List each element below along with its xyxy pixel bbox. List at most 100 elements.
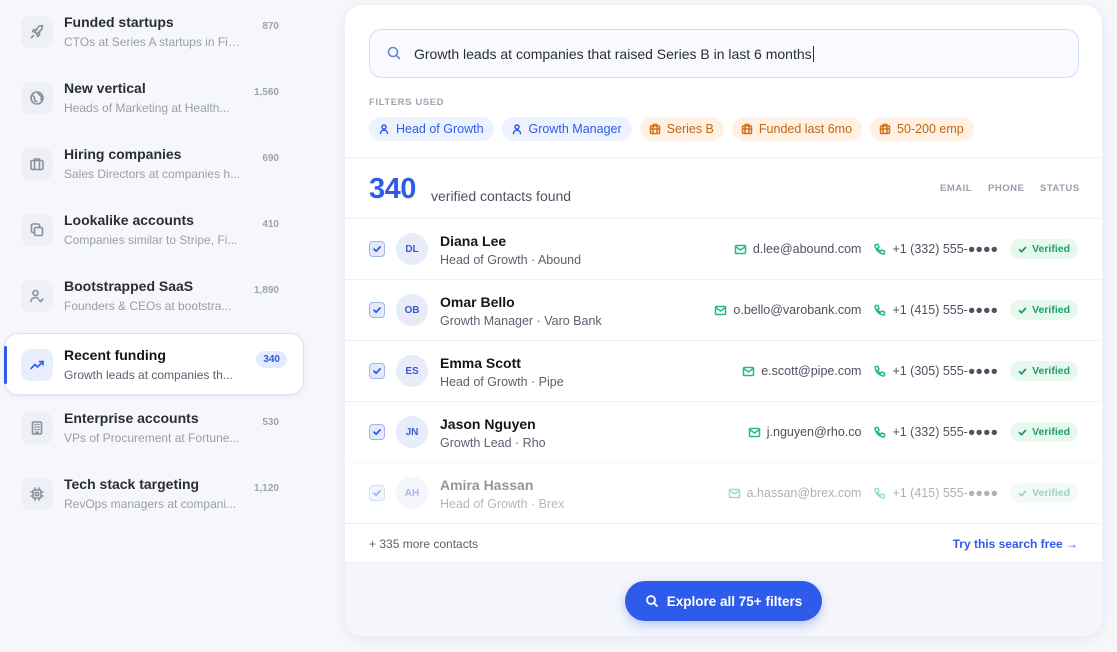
status-label: Verified [1032, 487, 1070, 499]
check-icon [373, 307, 381, 314]
sidebar-item-subtitle: VPs of Procurement at Fortune... [64, 431, 240, 445]
avatar: JN [396, 416, 428, 448]
row-checkbox[interactable] [369, 241, 385, 257]
sidebar-item-count: 1,890 [253, 285, 279, 296]
sidebar-item-subtitle: CTOs at Series A startups in Fin... [64, 35, 242, 49]
results-card: Growth leads at companies that raised Se… [345, 5, 1102, 636]
contact-email[interactable]: d.lee@abound.com [734, 242, 862, 256]
briefcase-icon [21, 148, 53, 180]
contact-phone[interactable]: +1 (415) 555-●●●● [873, 303, 998, 317]
cpu-icon [21, 478, 53, 510]
check-icon [373, 246, 381, 253]
phone-value: +1 (415) 555-●●●● [892, 303, 999, 317]
contact-row[interactable]: AH Amira Hassan Head of Growth · Brex a.… [345, 462, 1102, 523]
result-count: 340 [369, 173, 416, 205]
row-checkbox[interactable] [369, 424, 385, 440]
sidebar-item-title: Tech stack targeting [64, 476, 200, 492]
sidebar-item-title: Hiring companies [64, 146, 182, 162]
filter-chip-series-b[interactable]: Series B [639, 117, 724, 141]
contact-email[interactable]: j.nguyen@rho.co [748, 425, 862, 439]
filter-chip-50-200-emp[interactable]: 50-200 emp [870, 117, 974, 141]
sidebar-item-subtitle: Founders & CEOs at bootstra... [64, 299, 232, 313]
email-value: d.lee@abound.com [752, 242, 862, 256]
check-icon [1018, 368, 1027, 375]
explore-filters-label: Explore all 75+ filters [666, 593, 803, 609]
row-checkbox[interactable] [369, 363, 385, 379]
contact-email[interactable]: a.hassan@brex.com [728, 486, 861, 500]
contact-phone[interactable]: +1 (332) 555-●●●● [873, 242, 998, 256]
filter-chip-funded-last-6mo[interactable]: Funded last 6mo [731, 117, 863, 141]
sidebar-item-title: Lookalike accounts [64, 212, 194, 228]
contact-role: Growth Lead · Rho [440, 436, 546, 450]
divider [345, 523, 1102, 524]
company-icon [741, 123, 753, 135]
sidebar-item-lookalike-accounts[interactable]: Lookalike accounts Companies similar to … [4, 198, 304, 260]
contact-name: Omar Bello [440, 294, 515, 310]
contact-phone[interactable]: +1 (332) 555-●●●● [873, 425, 998, 439]
sidebar-item-funded-startups[interactable]: Funded startups CTOs at Series A startup… [4, 0, 304, 62]
email-value: j.nguyen@rho.co [766, 425, 862, 439]
sidebar-item-hiring-companies[interactable]: Hiring companies Sales Directors at comp… [4, 132, 304, 194]
phone-icon [874, 304, 886, 316]
contact-details: d.lee@abound.com +1 (332) 555-●●●● Verif… [734, 237, 1078, 261]
contact-row[interactable]: DL Diana Lee Head of Growth · Abound d.l… [345, 218, 1102, 279]
globe-icon [21, 82, 53, 114]
filter-chip-growth-manager[interactable]: Growth Manager [501, 117, 632, 141]
contact-name: Diana Lee [440, 233, 507, 249]
row-checkbox[interactable] [369, 302, 385, 318]
sidebar-item-count: 1,560 [253, 87, 279, 98]
avatar: OB [396, 294, 428, 326]
more-contacts-label: + 335 more contacts [369, 537, 479, 551]
status-badge: Verified [1010, 300, 1078, 320]
person-icon [379, 124, 389, 135]
status-label: Verified [1032, 304, 1070, 316]
search-icon [386, 45, 402, 61]
contact-role: Head of Growth · Brex [440, 497, 565, 511]
check-icon [373, 490, 381, 497]
sidebar-item-title: Bootstrapped SaaS [64, 278, 194, 294]
person-icon [512, 124, 521, 135]
rocket-icon [21, 16, 53, 48]
sidebar-item-recent-funding[interactable]: Recent funding Growth leads at companies… [4, 333, 304, 395]
search-input[interactable]: Growth leads at companies that raised Se… [369, 29, 1079, 78]
filter-chip-label: Funded last 6mo [758, 122, 853, 136]
sidebar-item-count: 690 [262, 153, 279, 164]
contact-row[interactable]: ES Emma Scott Head of Growth · Pipe e.sc… [345, 340, 1102, 401]
explore-filters-button[interactable]: Explore all 75+ filters [625, 581, 822, 621]
contact-email[interactable]: o.bello@varobank.com [714, 303, 861, 317]
phone-value: +1 (332) 555-●●●● [892, 242, 999, 256]
contact-name: Emma Scott [440, 355, 521, 371]
filter-chip-label: 50-200 emp [897, 122, 964, 136]
filter-chips: Head of Growth Growth Manager Series B F… [369, 117, 974, 141]
phone-icon [874, 243, 886, 255]
phone-value: +1 (415) 555-●●●● [892, 486, 999, 500]
sidebar-item-tech-stack-targeting[interactable]: Tech stack targeting RevOps managers at … [4, 462, 304, 524]
filter-chip-head-of-growth[interactable]: Head of Growth [369, 117, 494, 141]
result-count-label: verified contacts found [431, 188, 572, 204]
sidebar-item-new-vertical[interactable]: New vertical Heads of Marketing at Healt… [4, 66, 304, 128]
row-checkbox[interactable] [369, 485, 385, 501]
contact-email[interactable]: e.scott@pipe.com [742, 364, 861, 378]
avatar: DL [396, 233, 428, 265]
contact-row[interactable]: OB Omar Bello Growth Manager · Varo Bank… [345, 279, 1102, 340]
sidebar-item-enterprise-accounts[interactable]: Enterprise accounts VPs of Procurement a… [4, 396, 304, 458]
column-header-email: EMAIL [940, 183, 973, 194]
contact-row[interactable]: JN Jason Nguyen Growth Lead · Rho j.nguy… [345, 401, 1102, 462]
phone-icon [874, 365, 886, 377]
contact-phone[interactable]: +1 (305) 555-●●●● [873, 364, 998, 378]
sidebar-item-count: 340 [256, 351, 287, 368]
mail-icon [728, 488, 740, 498]
sidebar-item-bootstrapped-saas[interactable]: Bootstrapped SaaS Founders & CEOs at boo… [4, 264, 304, 326]
contact-details: j.nguyen@rho.co +1 (332) 555-●●●● Verifi… [748, 420, 1078, 444]
status-badge: Verified [1010, 483, 1078, 503]
status-label: Verified [1032, 243, 1070, 255]
check-icon [373, 368, 381, 375]
mail-icon [742, 366, 755, 376]
email-value: o.bello@varobank.com [733, 303, 862, 317]
text-caret [812, 46, 814, 62]
copy-icon [21, 214, 53, 246]
contact-phone[interactable]: +1 (415) 555-●●●● [873, 486, 998, 500]
check-icon [1018, 429, 1027, 436]
phone-icon [874, 487, 886, 499]
try-search-link[interactable]: Try this search free → [953, 537, 1078, 551]
